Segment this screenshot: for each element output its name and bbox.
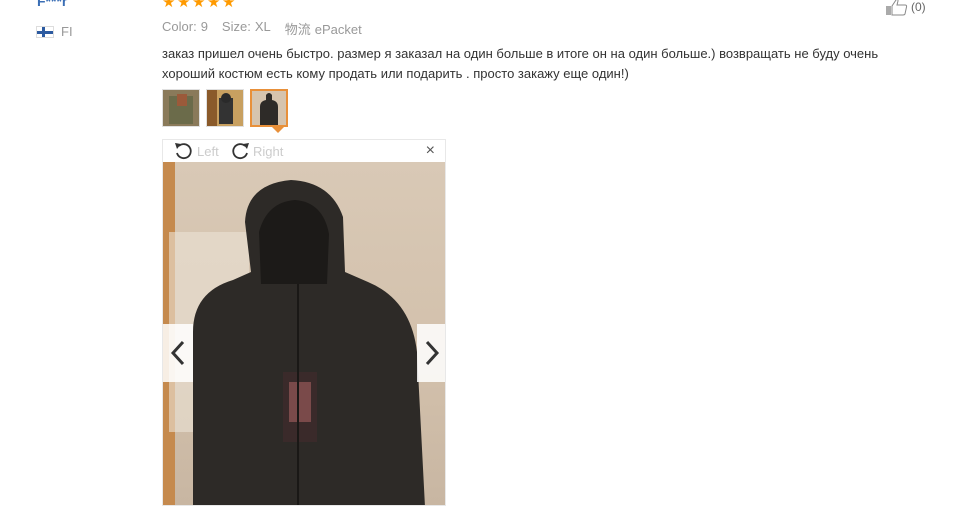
chevron-right-icon [425,340,440,366]
attr-size: Size: XL [221,19,271,34]
rotate-right-icon [232,143,249,160]
reviewer-name[interactable]: F***r [37,0,67,9]
star-icon: ★ [222,0,236,11]
previous-image-button[interactable] [163,324,193,382]
finland-flag-icon [36,25,54,38]
rotate-right-label: Right [253,143,284,159]
reviewer-country: FI [36,24,73,39]
next-image-button[interactable] [417,324,445,382]
viewer-toolbar: Left Right × [163,140,445,162]
chevron-left-icon [170,340,185,366]
thumbnail-2[interactable] [206,89,244,127]
rotate-left-icon [175,143,192,160]
active-thumbnail-indicator [272,127,284,133]
close-icon[interactable]: × [426,142,435,160]
review-thumbnails [162,89,288,127]
rating-stars: ★ ★ ★ ★ ★ [162,0,236,10]
star-icon: ★ [162,0,176,11]
star-icon: ★ [177,0,191,11]
image-viewer: Left Right × [162,139,446,506]
country-code: FI [61,24,73,39]
rotate-left-label: Left [197,143,219,159]
review-text: заказ пришел очень быстро. размер я зака… [162,46,879,81]
helpful-button[interactable]: (0) [885,0,926,16]
jacket-photo-illustration [163,162,425,505]
helpful-count: (0) [911,0,926,14]
attr-shipping: 物流 ePacket [284,22,362,37]
thumbs-up-icon [886,0,908,16]
star-icon: ★ [192,0,206,11]
star-icon: ★ [207,0,221,11]
rotate-right-button[interactable]: Right [229,141,283,161]
rotate-left-button[interactable]: Left [173,141,219,161]
review-photo [163,162,445,505]
order-attributes: Color: 9 Size: XL 物流 ePacket [162,19,362,38]
thumbnail-1[interactable] [162,89,200,127]
attr-color: Color: 9 [162,19,208,34]
thumbnail-3[interactable] [250,89,288,127]
